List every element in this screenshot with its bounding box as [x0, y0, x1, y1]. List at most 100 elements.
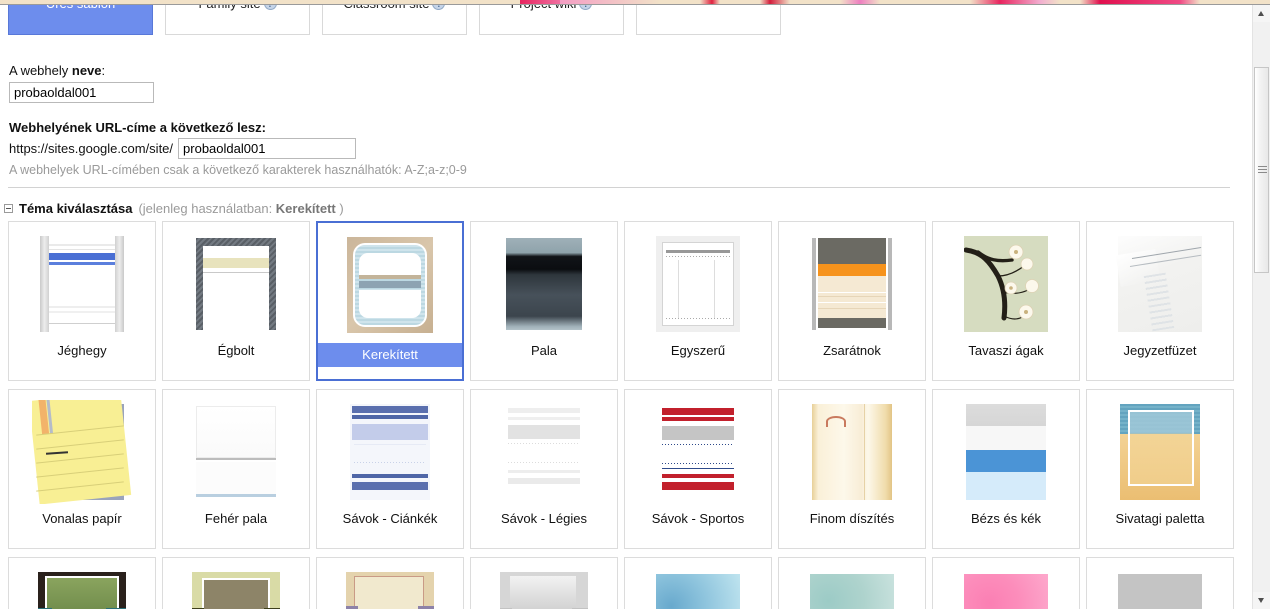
theme-cell: Égbolt [162, 221, 316, 389]
theme-card-row3-blue[interactable] [624, 557, 772, 609]
theme-label: Kerekített [318, 343, 462, 367]
theme-label: Vonalas papír [42, 511, 122, 526]
theme-label: Jegyzetfüzet [1123, 343, 1197, 358]
theme-label: Sávok - Légies [501, 511, 587, 526]
theme-label: Sávok - Ciánkék [342, 511, 438, 526]
help-icon[interactable]: ? [432, 5, 446, 10]
theme-card-savok-ciankek[interactable]: Sávok - Ciánkék [316, 389, 464, 549]
theme-card-egyszeru[interactable]: Egyszerű [624, 221, 772, 381]
section-divider [8, 187, 1230, 188]
theme-thumbnail-row3-blue [648, 568, 748, 609]
site-url-label: Webhelyének URL-címe a következő lesz: [9, 120, 266, 135]
theme-current-suffix: ) [335, 201, 344, 216]
theme-card-egbolt[interactable]: Égbolt [162, 221, 310, 381]
template-chooser: Üres sablon Family site? Classroom site?… [8, 5, 1238, 37]
theme-card-sivatagi-paletta[interactable]: Sivatagi paletta [1086, 389, 1234, 549]
theme-card-row3-pink[interactable] [932, 557, 1080, 609]
theme-card-jeghegy[interactable]: Jéghegy [8, 221, 156, 381]
theme-card-row3-teal[interactable] [778, 557, 926, 609]
theme-cell: Sávok - Ciánkék [316, 389, 470, 557]
theme-cell: Kerekített [316, 221, 470, 389]
site-name-label: A webhely neve: [9, 63, 1229, 78]
scroll-down-button[interactable] [1253, 592, 1270, 609]
site-name-input[interactable] [9, 82, 154, 103]
theme-cell: Tavaszi ágak [932, 221, 1086, 389]
theme-cell [1086, 557, 1240, 609]
help-icon[interactable]: ? [263, 5, 277, 10]
template-card-classroom-site[interactable]: Classroom site? [322, 5, 467, 35]
theme-card-row3-cream[interactable] [316, 557, 464, 609]
site-name-label-suffix: : [101, 63, 106, 78]
theme-cell: Sávok - Sportos [624, 389, 778, 557]
theme-card-feher-pala[interactable]: Fehér pala [162, 389, 310, 549]
template-label: Project wiki [511, 5, 577, 11]
theme-label: Pala [530, 343, 558, 358]
help-icon[interactable]: ? [579, 5, 593, 10]
theme-thumbnail-row3-cream [340, 568, 440, 609]
theme-thumbnail-egbolt [186, 232, 286, 336]
theme-thumbnail-sivatagi-paletta [1110, 400, 1210, 504]
theme-thumbnail-savok-sportos [648, 400, 748, 504]
theme-thumbnail-jeghegy [32, 232, 132, 336]
theme-current-info: (jelenleg használatban: Kerekített ) [138, 201, 343, 216]
theme-label: Tavaszi ágak [968, 343, 1044, 358]
theme-card-vonalas-papir[interactable]: Vonalas papír [8, 389, 156, 549]
theme-card-zsaratnok[interactable]: Zsarátnok [778, 221, 926, 381]
site-url-input[interactable] [178, 138, 357, 159]
theme-cell: Egyszerű [624, 221, 778, 389]
theme-cell: Pala [470, 221, 624, 389]
vertical-scrollbar[interactable] [1252, 5, 1270, 609]
theme-card-row3-grey[interactable] [470, 557, 618, 609]
theme-card-finom-diszites[interactable]: Finom díszítés [778, 389, 926, 549]
template-card-family-site[interactable]: Family site? [165, 5, 310, 35]
theme-label: Finom díszítés [809, 511, 895, 526]
chevron-up-icon [1258, 11, 1264, 16]
theme-card-jegyzetfuzet[interactable]: Jegyzetfüzet [1086, 221, 1234, 381]
theme-card-pala[interactable]: Pala [470, 221, 618, 381]
theme-card-bezs-es-kek[interactable]: Bézs és kék [932, 389, 1080, 549]
theme-thumbnail-finom-diszites [802, 400, 902, 504]
theme-label: Zsarátnok [823, 343, 881, 358]
theme-label: Egyszerű [670, 343, 726, 358]
template-label: Üres sablon [46, 5, 115, 11]
theme-cell: Sávok - Légies [470, 389, 624, 557]
theme-cell: Jéghegy [8, 221, 162, 389]
theme-thumbnail-vonalas-papir [32, 400, 132, 504]
theme-thumbnail-feher-pala [186, 400, 286, 504]
theme-label: Sivatagi paletta [1115, 511, 1205, 526]
theme-thumbnail-row3-olive [186, 568, 286, 609]
chevron-down-icon [1258, 598, 1264, 603]
cherry-branch-art [964, 244, 1039, 321]
theme-cell: Sivatagi paletta [1086, 389, 1240, 557]
theme-label: Sávok - Sportos [651, 511, 745, 526]
theme-cell: Jegyzetfüzet [1086, 221, 1240, 389]
template-card-blank[interactable]: Üres sablon [8, 5, 153, 35]
theme-card-row3-olive[interactable] [162, 557, 310, 609]
theme-card-savok-legies[interactable]: Sávok - Légies [470, 389, 618, 549]
theme-cell [932, 557, 1086, 609]
theme-section-title: Téma kiválasztása [19, 201, 133, 216]
theme-gallery: Jéghegy Égbolt Kerekített Pala Egyszerű … [8, 221, 1248, 609]
theme-card-kerekitett[interactable]: Kerekített [316, 221, 464, 381]
theme-card-row3-silver[interactable] [1086, 557, 1234, 609]
theme-cell: Fehér pala [162, 389, 316, 557]
theme-card-row3-green[interactable] [8, 557, 156, 609]
site-url-prefix: https://sites.google.com/site/ [9, 141, 174, 156]
scroll-up-button[interactable] [1253, 5, 1270, 22]
template-card-empty[interactable] [636, 5, 781, 35]
template-label: Family site [198, 5, 260, 11]
scrollbar-thumb[interactable] [1254, 67, 1269, 273]
template-card-project-wiki[interactable]: Project wiki? [479, 5, 624, 35]
theme-cell: Bézs és kék [932, 389, 1086, 557]
theme-thumbnail-row3-pink [956, 568, 1056, 609]
collapse-toggle-icon[interactable] [4, 204, 13, 213]
theme-card-tavaszi-agak[interactable]: Tavaszi ágak [932, 221, 1080, 381]
theme-cell [778, 557, 932, 609]
site-url-hint: A webhelyek URL-címében csak a következő… [9, 163, 467, 177]
site-creation-form-pane: Üres sablon Family site? Classroom site?… [0, 5, 1253, 609]
theme-cell [624, 557, 778, 609]
theme-cell: Zsarátnok [778, 221, 932, 389]
theme-thumbnail-bezs-es-kek [956, 400, 1056, 504]
theme-thumbnail-savok-legies [494, 400, 594, 504]
theme-card-savok-sportos[interactable]: Sávok - Sportos [624, 389, 772, 549]
